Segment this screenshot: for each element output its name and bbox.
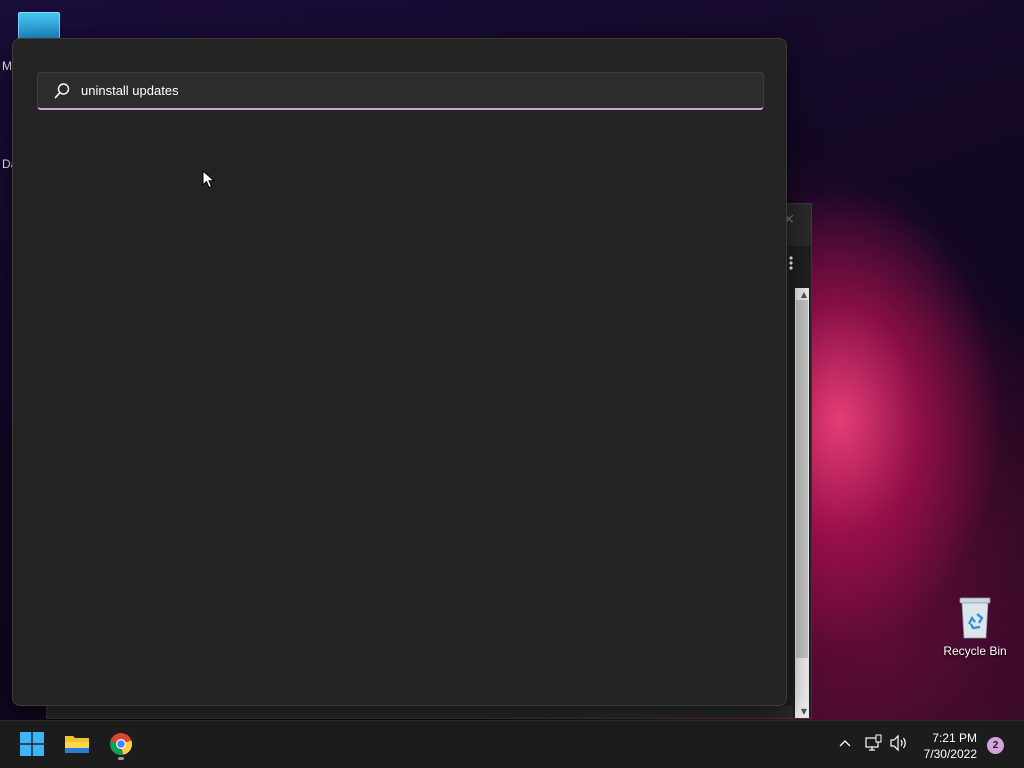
start-button[interactable] — [12, 729, 52, 763]
clock[interactable]: 7:21 PM 7/30/2022 — [924, 730, 977, 762]
mouse-pointer-icon — [202, 170, 216, 189]
more-options-icon[interactable] — [789, 256, 793, 270]
chrome-button[interactable] — [101, 729, 141, 763]
chrome-icon — [109, 732, 133, 760]
scrollbar-thumb[interactable] — [796, 300, 808, 658]
background-window-statusbar — [47, 706, 793, 718]
taskbar: 7:21 PM 7/30/2022 2 — [0, 720, 1024, 768]
running-indicator — [118, 757, 124, 760]
recycle-bin-label: Recycle Bin — [943, 644, 1007, 658]
scroll-up-icon[interactable]: ▲ — [801, 290, 807, 299]
search-icon — [53, 82, 71, 100]
notification-badge[interactable]: 2 — [987, 737, 1004, 754]
clock-date: 7/30/2022 — [923, 747, 977, 761]
search-input[interactable] — [81, 73, 763, 108]
network-icon[interactable] — [864, 734, 882, 756]
clock-time: 7:21 PM — [932, 731, 977, 745]
show-hidden-icons-icon[interactable] — [837, 735, 853, 755]
desktop-icon-label-partial: M — [2, 59, 12, 73]
volume-icon[interactable] — [889, 734, 909, 756]
file-explorer-button[interactable] — [57, 729, 97, 763]
folder-icon — [64, 733, 90, 759]
search-box[interactable] — [37, 72, 764, 110]
windows-logo-icon — [20, 732, 44, 760]
desktop-icon-partial[interactable] — [18, 12, 60, 40]
recycle-bin[interactable]: Recycle Bin — [940, 596, 1010, 658]
search-flyout — [12, 38, 787, 706]
scroll-down-icon[interactable]: ▼ — [801, 707, 807, 716]
recycle-bin-icon — [955, 596, 995, 640]
